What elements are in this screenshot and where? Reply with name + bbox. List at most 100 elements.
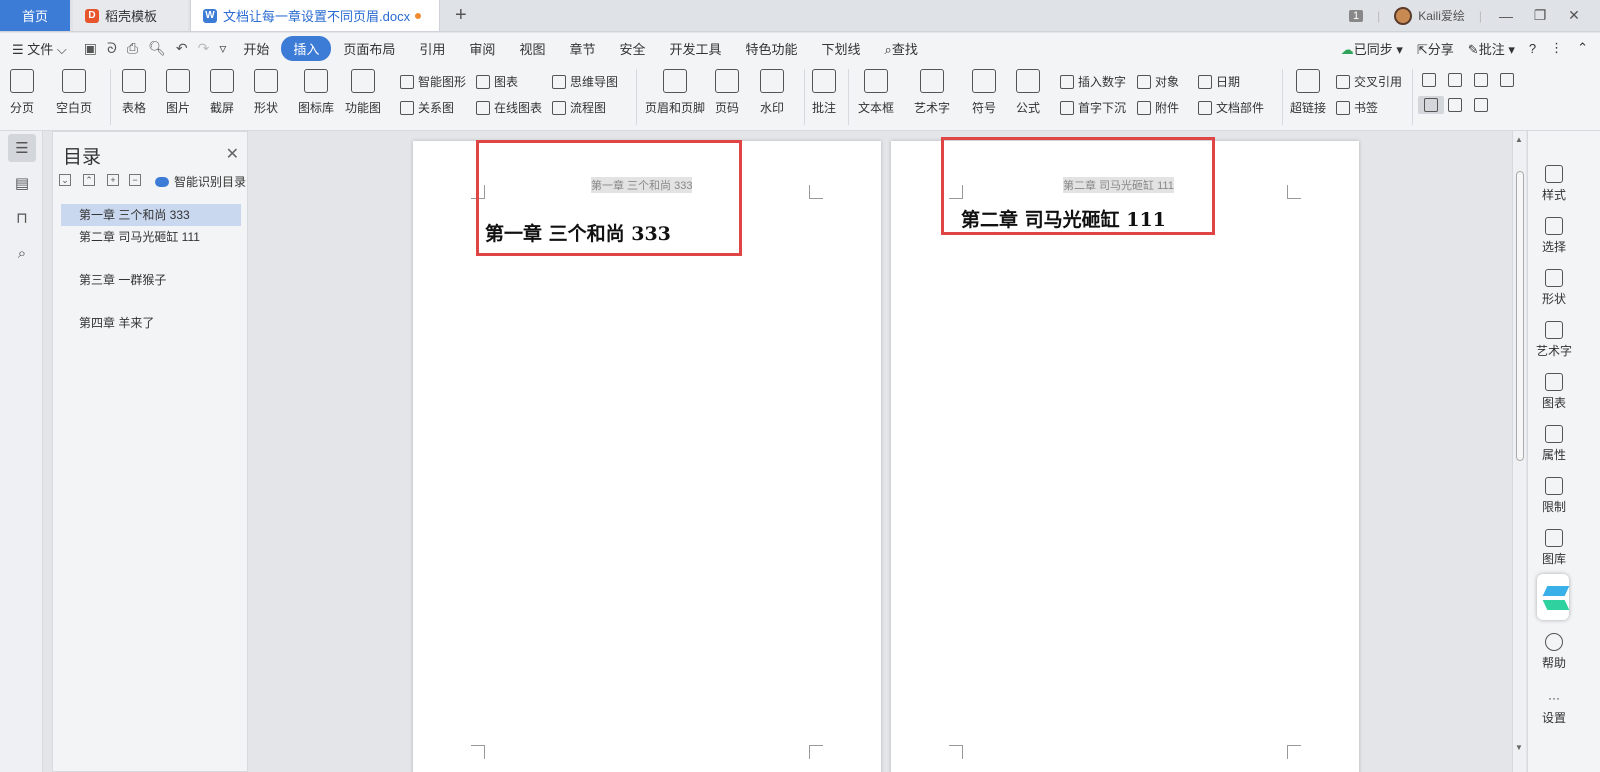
styles-button[interactable]: 样式 [1534,165,1574,203]
menu-underline[interactable]: 下划线 [810,39,873,58]
menu-special[interactable]: 特色功能 [734,39,810,58]
table-button[interactable]: 表格 [122,63,146,116]
toc-panel-icon[interactable]: ☰ [8,134,36,162]
toc-expand-icon[interactable]: + [107,174,119,186]
search-button[interactable]: ⌕查找 [873,39,930,58]
blank-page-button[interactable]: 空白页 [56,63,92,116]
settings-button[interactable]: ··· 设置 [1534,691,1574,726]
menu-security[interactable]: 安全 [607,39,657,58]
undo-icon[interactable]: ↶ [171,40,193,57]
comment-button[interactable]: 批注 [812,63,836,116]
format-painter-icon[interactable]: ᘐ [102,40,122,57]
page-number-button[interactable]: 页码 [715,63,739,116]
help-button[interactable]: 帮助 [1534,633,1574,671]
collapse-ribbon-icon[interactable]: ⌃ [1577,40,1588,56]
layout-option-3[interactable] [1474,73,1492,87]
help-icon[interactable]: ? [1529,41,1536,56]
close-window-button[interactable]: ✕ [1564,7,1584,24]
scrollbar-thumb[interactable] [1516,171,1524,461]
drop-cap-button[interactable]: 首字下沉 [1060,99,1126,116]
relation-chart-button[interactable]: 关系图 [400,99,454,116]
toc-item[interactable]: 第三章 一群猴子 [61,269,241,291]
print-preview-icon[interactable]: 🔍︎ [143,40,171,57]
shapes-panel-button[interactable]: 形状 [1534,269,1574,307]
word-art-button[interactable]: 艺术字 [914,63,950,116]
outline-icon[interactable]: ▤ [8,169,36,197]
layout-option-4[interactable] [1500,73,1518,87]
close-icon[interactable]: ✕ [226,144,239,164]
menu-developer[interactable]: 开发工具 [657,39,733,58]
new-tab-button[interactable]: + [455,4,467,27]
avatar[interactable] [1394,6,1413,25]
scroll-up-icon[interactable]: ▲ [1515,135,1523,144]
menu-reference[interactable]: 引用 [407,39,457,58]
toc-collapse-icon[interactable]: − [129,174,141,186]
tab-document[interactable]: W 文档让每一章设置不同页眉.docx [190,0,440,31]
find-panel-icon[interactable]: ⌕ [8,239,36,267]
layout-option-1[interactable] [1422,73,1440,87]
feature-chart-button[interactable]: 功能图 [345,63,381,116]
document-canvas[interactable]: 第一章 三个和尚 333 第一章 三个和尚 333 第二章 司马光砸缸 111 … [258,131,1508,772]
header-footer-button[interactable]: 页眉和页脚 [645,63,705,116]
document-page-2[interactable]: 第二章 司马光砸缸 111 第二章 司马光砸缸 111 [891,141,1359,772]
menu-start[interactable]: 开始 [231,39,281,58]
menu-view[interactable]: 视图 [507,39,557,58]
layout-option-7[interactable] [1474,98,1492,112]
scroll-down-icon[interactable]: ▼ [1515,743,1523,752]
mind-map-button[interactable]: 思维导图 [552,73,618,90]
symbol-button[interactable]: 符号 [972,63,996,116]
minimize-button[interactable]: — [1496,8,1516,24]
icon-library-button[interactable]: 图标库 [298,63,334,116]
doc-parts-button[interactable]: 文档部件 [1198,99,1264,116]
redo-icon[interactable]: ↷ [193,40,215,57]
layout-option-5[interactable] [1418,96,1444,114]
restrict-button[interactable]: 限制 [1534,477,1574,515]
menu-review[interactable]: 审阅 [457,39,507,58]
menu-insert[interactable]: 插入 [281,35,332,61]
restore-button[interactable]: ❐ [1530,7,1550,24]
sync-button[interactable]: ☁已同步 ▾ [1341,39,1403,58]
tab-home[interactable]: 首页 [0,0,70,31]
toc-item[interactable]: 第一章 三个和尚 333 [61,204,241,226]
file-menu[interactable]: ☰ 文件 ⌵ [0,39,79,58]
bookmark-panel-icon[interactable]: ⊓ [8,204,36,232]
menu-page-layout[interactable]: 页面布局 [331,39,407,58]
tab-template[interactable]: D 稻壳模板 [73,0,188,31]
chart-button[interactable]: 图表 [476,73,518,90]
more-quick-icon[interactable]: ▿ [214,40,231,57]
chart-panel-button[interactable]: 图表 [1534,373,1574,411]
text-box-button[interactable]: 文本框 [858,63,894,116]
picture-button[interactable]: 图片 [166,63,190,116]
object-button[interactable]: 对象 [1137,73,1179,90]
toc-item[interactable]: 第四章 羊来了 [61,312,241,334]
more-icon[interactable]: ⋮ [1550,40,1563,56]
page-count-badge[interactable]: 1 [1348,9,1364,22]
floating-assistant-widget[interactable] [1537,574,1570,620]
word-art-panel-button[interactable]: 艺术字 [1534,321,1574,359]
smart-shape-button[interactable]: 智能图形 [400,73,466,90]
smart-toc-button[interactable]: 智能识别目录 [155,173,246,190]
print-icon[interactable]: ⎙ [122,40,143,57]
toc-up-icon[interactable]: ⌃ [83,174,95,186]
toc-down-icon[interactable]: ⌄ [59,174,71,186]
attachment-button[interactable]: 附件 [1137,99,1179,116]
gallery-button[interactable]: 图库 [1534,529,1574,567]
user-name[interactable]: Kaili爱绘 [1418,7,1465,24]
layout-option-6[interactable] [1448,98,1466,112]
formula-button[interactable]: 公式 [1016,63,1040,116]
online-chart-button[interactable]: 在线图表 [476,99,542,116]
date-button[interactable]: 日期 [1198,73,1240,90]
share-button[interactable]: ⇱分享 [1417,39,1454,58]
bookmark-button[interactable]: 书签 [1336,99,1378,116]
shapes-button[interactable]: 形状 [254,63,278,116]
screenshot-button[interactable]: 截屏 [210,63,234,116]
page-break-button[interactable]: 分页 [10,63,34,116]
toc-item[interactable]: 第二章 司马光砸缸 111 [61,226,241,248]
watermark-button[interactable]: 水印 [760,63,784,116]
cross-ref-button[interactable]: 交叉引用 [1336,73,1402,90]
properties-button[interactable]: 属性 [1534,425,1574,463]
menu-section[interactable]: 章节 [557,39,607,58]
comment-menu-button[interactable]: ✎批注 ▾ [1468,39,1515,58]
insert-number-button[interactable]: 插入数字 [1060,73,1126,90]
hyperlink-button[interactable]: 超链接 [1290,63,1326,116]
